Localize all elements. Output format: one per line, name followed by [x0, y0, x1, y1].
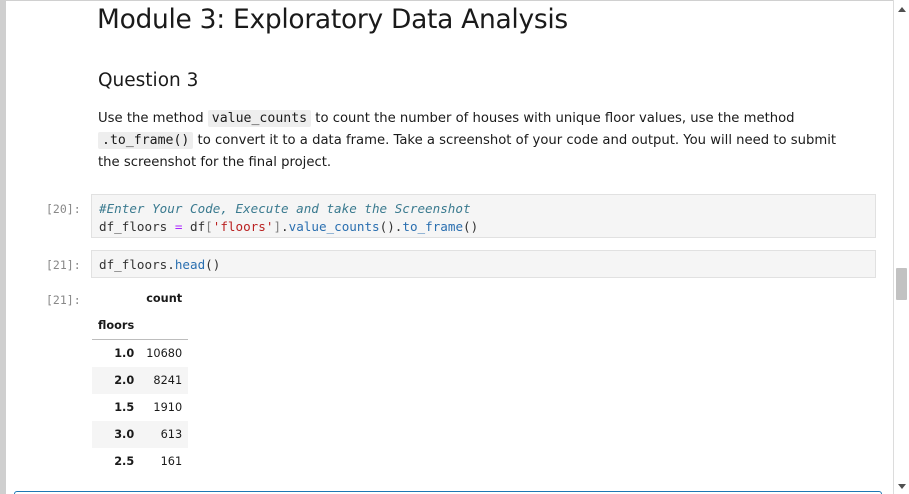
- table-row: 2.5 161: [92, 448, 188, 475]
- output-prompt-21: [21]:: [46, 293, 81, 307]
- table-row: 2.0 8241: [92, 367, 189, 394]
- chevron-up-icon[interactable]: [898, 7, 906, 12]
- row-index: 1.5: [114, 401, 135, 414]
- scrollbar-thumb[interactable]: [896, 268, 907, 300]
- table-index-header-row: floors: [92, 312, 189, 340]
- table-row: 3.0 613: [92, 421, 189, 448]
- dataframe-output-table: count floors 1.0 10680 2.0 8241 1.5 1910…: [92, 285, 189, 475]
- row-index: 3.0: [92, 421, 141, 448]
- row-count-value: 10680: [146, 347, 183, 360]
- code-line-head: df_floors.head(): [99, 257, 221, 272]
- notebook-panel[interactable]: Module 3: Exploratory Data Analysis Ques…: [6, 0, 893, 494]
- code-cell-20[interactable]: #Enter Your Code, Execute and take the S…: [91, 194, 876, 238]
- question-heading: Question 3: [98, 70, 199, 91]
- inline-code-value-counts: value_counts: [207, 110, 312, 127]
- row-index: 2.5: [114, 455, 135, 468]
- chevron-down-icon[interactable]: [898, 484, 906, 489]
- table-header-row: count: [92, 285, 188, 312]
- vertical-scrollbar[interactable]: [893, 0, 909, 494]
- empty-header-cell: [140, 312, 189, 340]
- question-text-part-1: Use the method: [98, 111, 208, 126]
- table-corner-cell: [92, 285, 140, 312]
- row-count-value: 1910: [153, 401, 183, 414]
- page-title: Module 3: Exploratory Data Analysis: [97, 4, 568, 35]
- column-header-count: count: [146, 292, 183, 305]
- cell-prompt-21: [21]:: [46, 258, 81, 272]
- question-text: Use the method value_counts to count the…: [98, 108, 858, 174]
- code-cell-21[interactable]: df_floors.head(): [91, 250, 876, 278]
- index-name-floors: floors: [92, 312, 141, 340]
- row-count-value: 8241: [140, 367, 189, 394]
- question-text-part-2: to count the number of houses with uniqu…: [311, 111, 795, 126]
- cell-prompt-20: [20]:: [46, 202, 81, 216]
- code-comment-line: #Enter Your Code, Execute and take the S…: [99, 201, 471, 216]
- table-row: 1.5 1910: [92, 394, 188, 421]
- table-row: 1.0 10680: [92, 340, 188, 368]
- inline-code-to-frame: .to_frame(): [98, 132, 194, 149]
- notebook-window: Module 3: Exploratory Data Analysis Ques…: [0, 0, 909, 494]
- row-index: 2.0: [92, 367, 141, 394]
- question-text-part-3: to convert it to a data frame. Take a sc…: [98, 133, 837, 170]
- row-index: 1.0: [114, 347, 135, 360]
- row-count-value: 613: [140, 421, 189, 448]
- code-line-assign: df_floors = df['floors'].value_counts().…: [99, 219, 479, 234]
- row-count-value: 161: [160, 455, 183, 468]
